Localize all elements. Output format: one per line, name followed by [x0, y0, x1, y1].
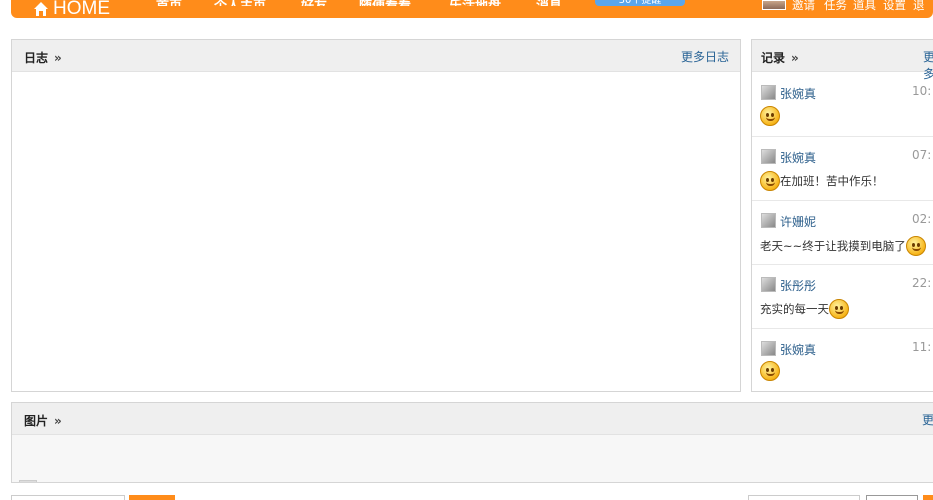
emoji-icon: [760, 171, 780, 191]
record-text-content: 充实的每一天: [760, 302, 829, 316]
link-items[interactable]: 道具: [853, 0, 876, 11]
link-tasks[interactable]: 任务: [824, 0, 847, 11]
photos-header: 图片 » 更: [12, 403, 933, 435]
record-item: 张婉真 11:: [752, 329, 933, 391]
records-title: 记录: [761, 51, 786, 65]
diary-header: 日志 » 更多日志: [12, 40, 740, 72]
record-time: 10:: [912, 84, 932, 98]
nav-item-browse[interactable]: 随便看看: [359, 0, 411, 6]
record-author[interactable]: 张彤彤: [780, 277, 816, 294]
nav-item-messages[interactable]: 消息: [536, 0, 562, 6]
bottom-input-right[interactable]: [748, 495, 860, 500]
emoji-icon: [905, 236, 926, 256]
link-settings[interactable]: 设置: [883, 0, 906, 11]
bottom-input[interactable]: [11, 495, 125, 500]
record-author[interactable]: 张婉真: [780, 85, 816, 102]
chevrons-right-icon: »: [54, 51, 62, 65]
record-time: 11:: [912, 340, 932, 354]
records-title-wrap: 记录 »: [761, 49, 799, 66]
record-text: [760, 361, 780, 381]
photos-title: 图片: [24, 414, 49, 428]
emoji-icon: [760, 361, 780, 381]
diary-panel: 日志 » 更多日志: [11, 39, 741, 392]
link-invite[interactable]: 邀请: [792, 0, 815, 11]
record-text: 充实的每一天: [760, 299, 849, 319]
record-author[interactable]: 张婉真: [780, 149, 816, 166]
nav-item-friends[interactable]: 好友: [301, 0, 327, 6]
record-text-content: 在加班！苦中作乐！: [780, 174, 884, 188]
records-panel: 记录» 更多 张婉真 10: 张婉真 07: 在加班！苦中作乐！ 许姗妮 02:…: [751, 39, 933, 392]
record-item: 张婉真 07: 在加班！苦中作乐！: [752, 137, 933, 201]
avatar[interactable]: [761, 341, 776, 356]
chevrons-right-icon: »: [54, 414, 62, 428]
diary-title-wrap: 日志 »: [24, 49, 62, 66]
avatar[interactable]: [761, 277, 776, 292]
more-photos-link[interactable]: 更: [922, 411, 933, 428]
records-header: 记录» 更多: [752, 40, 933, 81]
diary-title: 日志: [24, 51, 49, 65]
bottom-button-right[interactable]: [923, 495, 933, 500]
more-diary-link[interactable]: 更多日志: [681, 48, 729, 65]
nav-item-profile[interactable]: 个人主页: [214, 0, 266, 6]
record-item: 张婉真 10:: [752, 73, 933, 137]
bottom-button[interactable]: [129, 495, 175, 500]
nav-item-territory[interactable]: 乐活地盘: [449, 0, 501, 6]
record-time: 07:: [912, 148, 932, 162]
photo-thumbnail[interactable]: [19, 480, 37, 482]
record-author[interactable]: 许姗妮: [780, 213, 816, 230]
link-logout[interactable]: 退出: [913, 0, 933, 11]
nav-item-home[interactable]: 首页: [156, 0, 182, 6]
record-time: 02:: [912, 212, 932, 226]
reminder-badge[interactable]: 30个提醒: [595, 0, 685, 6]
record-text: 老天~~终于让我摸到电脑了: [760, 236, 926, 256]
bottom-box-right[interactable]: [866, 495, 918, 500]
record-item: 张彤彤 22: 充实的每一天: [752, 265, 933, 329]
avatar[interactable]: [761, 213, 776, 228]
user-avatar[interactable]: [762, 0, 786, 10]
avatar[interactable]: [761, 149, 776, 164]
record-item: 许姗妮 02: 老天~~终于让我摸到电脑了: [752, 201, 933, 265]
chevrons-right-icon: »: [791, 51, 799, 65]
record-text-content: 老天~~终于让我摸到电脑了: [760, 239, 906, 253]
record-author[interactable]: 张婉真: [780, 341, 816, 358]
emoji-icon: [829, 299, 849, 319]
avatar[interactable]: [761, 85, 776, 100]
emoji-icon: [760, 106, 780, 126]
photos-panel: 图片 » 更: [11, 402, 933, 483]
record-text: 在加班！苦中作乐！: [760, 171, 884, 191]
photos-title-wrap: 图片 »: [24, 412, 62, 429]
home-icon: [34, 2, 48, 16]
record-text: [760, 106, 780, 126]
home-link[interactable]: HOME: [33, 0, 110, 18]
record-time: 22:: [912, 276, 932, 290]
home-label: HOME: [53, 0, 110, 19]
